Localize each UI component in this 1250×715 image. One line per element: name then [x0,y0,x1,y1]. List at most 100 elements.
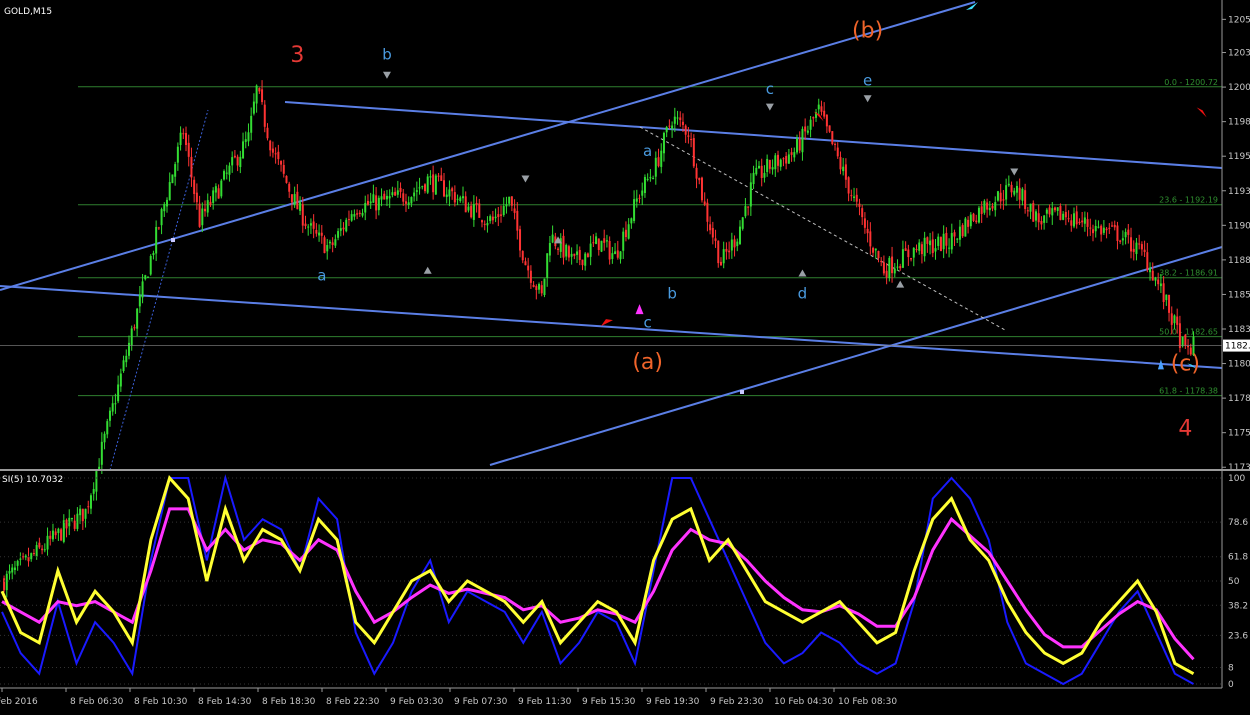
price-tick-label: 1203.2 [1228,49,1250,59]
candle-body [891,256,894,274]
candle-body [643,177,646,194]
time-tick-label: 9 Feb 15:30 [582,697,636,707]
candle-body [671,125,674,129]
candle-body [38,542,41,548]
candle-body [478,203,481,218]
candle-body [1102,227,1105,233]
candle-body [242,141,245,159]
candle-body [719,261,722,266]
channel-anchor[interactable] [171,238,175,242]
candle-body [190,156,193,178]
candle-body [318,232,321,236]
candle-body [179,132,182,146]
candle-body [725,248,728,252]
candle-body [918,242,921,251]
candle-body [1086,219,1089,227]
candle-body [1121,238,1124,241]
time-tick-label: 9 Feb 11:30 [518,697,572,707]
candle-body [383,193,386,200]
wave-label-minor: c [766,80,774,98]
candle-body [266,127,269,139]
candle-body [956,238,959,240]
candle-body [206,200,209,213]
candle-body [532,284,535,287]
oscillator-label: SI(5) 10.7032 [2,475,63,485]
candle-body [429,176,432,178]
candle-body [638,197,641,199]
candle-body [423,184,426,192]
candle-body [863,218,866,228]
candle-body [60,529,63,541]
candle-body [793,152,796,158]
candle-body [896,266,899,268]
candle-body [1092,229,1095,234]
candle-body [307,226,310,228]
candle-body [986,202,989,210]
price-tick-label: 1173.2 [1228,463,1250,473]
candle-body [967,219,970,227]
candle-body [394,191,397,196]
candle-body [901,249,904,268]
time-tick-label: 8 Feb 10:30 [134,697,188,707]
candle-body [43,549,46,551]
candle-body [782,158,785,160]
candle-body [410,197,413,204]
candle-body [315,229,318,234]
candle-body [652,177,655,179]
candle-body [847,177,850,194]
candle-body [1029,203,1032,212]
candle-body [907,249,910,258]
candle-body [711,227,714,238]
fib-level-label: 61.8 - 1178.38 [1159,387,1218,396]
candle-body [193,179,196,194]
candle-body [459,197,462,202]
candle-body [320,232,323,236]
candle-body [453,192,456,203]
candle-body [136,308,139,329]
candle-body [252,101,255,114]
candle-body [964,218,967,237]
candle-body [513,208,516,213]
candle-body [953,232,956,237]
candle-body [926,237,929,244]
candle-body [567,246,570,258]
time-tick-label: 9 Feb 23:30 [710,697,764,707]
candle-body [999,192,1002,202]
candle-body [839,157,842,170]
current-price-label: 1182.0 [1225,342,1250,352]
candle-body [182,133,185,135]
candle-body [445,194,448,197]
candle-body [337,231,340,238]
candle-body [122,360,125,372]
candle-body [41,548,44,551]
osc-tick-label: 78.6 [1228,518,1248,528]
candle-body [467,206,470,211]
candle-body [744,206,747,217]
candle-body [920,244,923,255]
candle-body [87,506,90,508]
candle-body [1010,184,1013,193]
candle-body [692,138,695,167]
candle-body [30,553,33,560]
osc-tick-label: 100 [1228,474,1245,484]
candle-body [817,104,820,110]
candle-body [869,231,872,247]
candle-body [418,187,421,189]
candle-body [1037,213,1040,223]
fib-level-label: 50.0 - 1182.65 [1159,328,1218,337]
candle-body [198,203,201,227]
candle-body [679,117,682,121]
candle-body [633,199,636,221]
candle-body [1078,221,1081,224]
candle-body [1132,248,1135,252]
candle-body [157,227,160,229]
candle-body [649,177,652,179]
candle-body [945,232,948,246]
channel-anchor[interactable] [740,390,744,394]
candle-body [529,270,532,283]
candle-body [828,125,831,132]
candle-body [937,236,940,246]
candle-body [1135,242,1138,254]
candle-body [1040,220,1043,225]
candle-body [1026,210,1029,212]
